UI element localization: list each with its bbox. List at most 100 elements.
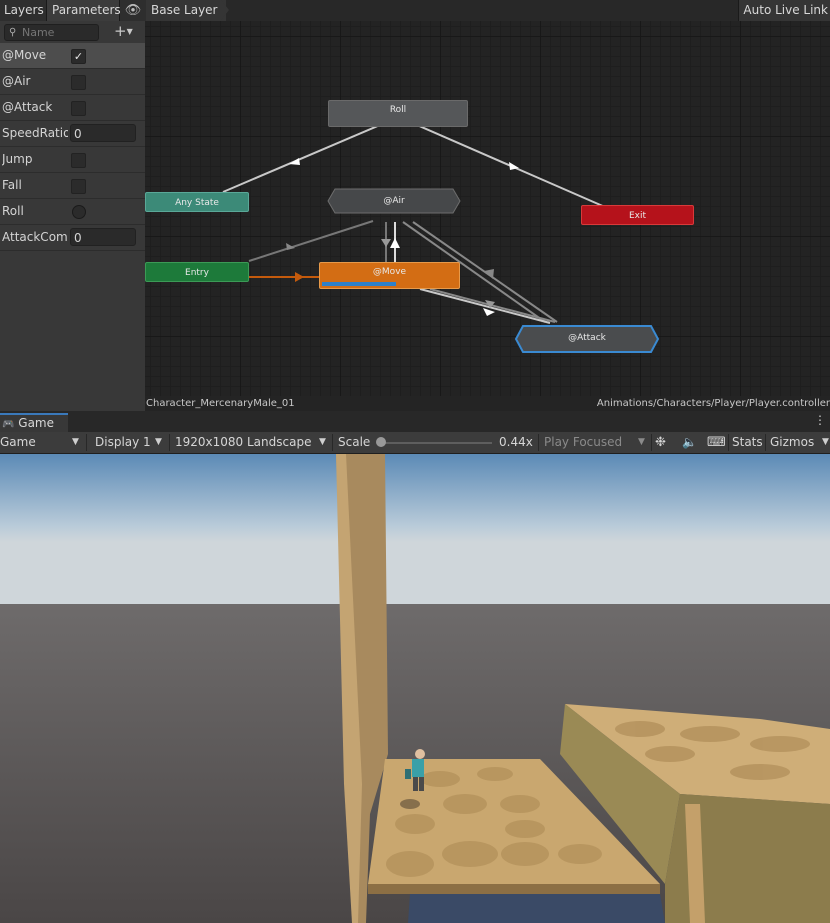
chevron-down-icon: ▼ bbox=[155, 437, 162, 447]
parameter-name[interactable]: Fall bbox=[2, 173, 68, 198]
transition-arrow bbox=[483, 308, 495, 316]
chevron-down-icon: ▼ bbox=[822, 437, 829, 447]
state-move-label: @Move bbox=[372, 267, 407, 277]
transition-move-to-attack[interactable] bbox=[419, 288, 551, 324]
game-tab-label: Game bbox=[18, 416, 55, 430]
kebab-menu-icon[interactable]: ⋮ bbox=[814, 413, 826, 427]
add-parameter-button[interactable]: +▼ bbox=[114, 23, 142, 40]
divider bbox=[538, 434, 539, 451]
parameter-name[interactable]: @Attack bbox=[2, 95, 68, 120]
parameter-search-box[interactable]: ⚲ bbox=[4, 24, 99, 41]
parameter-row-move[interactable]: @Move ✓ bbox=[0, 43, 145, 69]
search-icon: ⚲ bbox=[9, 27, 17, 38]
bug-icon[interactable]: ❉ bbox=[655, 432, 666, 453]
parameter-search-row: ⚲ +▼ bbox=[0, 21, 145, 43]
animator-toolbar: Layers Parameters 👁 Base Layer Auto Live… bbox=[0, 0, 830, 22]
auto-live-link-button[interactable]: Auto Live Link bbox=[738, 0, 830, 21]
parameter-row-fall[interactable]: Fall bbox=[0, 173, 145, 199]
display-label: Display 1 bbox=[95, 435, 151, 449]
parameter-trigger-toggle[interactable] bbox=[72, 205, 86, 219]
play-focused-dropdown[interactable]: Play Focused ▼ bbox=[544, 432, 650, 453]
parameter-name[interactable]: Jump bbox=[2, 147, 68, 172]
parameter-checkbox[interactable] bbox=[71, 153, 86, 168]
state-machine-graph[interactable]: Roll Any State Exit Entry @Move @Air @At… bbox=[145, 21, 830, 396]
resolution-dropdown[interactable]: 1920x1080 Landscape ▼ bbox=[175, 432, 330, 453]
parameter-checkbox[interactable] bbox=[71, 75, 86, 90]
selected-object-name: Character_MercenaryMale_01 bbox=[146, 398, 295, 409]
eye-icon[interactable]: 👁 bbox=[120, 0, 146, 21]
divider bbox=[169, 434, 170, 451]
parameter-name[interactable]: AttackCombo bbox=[2, 225, 68, 250]
parameter-row-attack[interactable]: @Attack bbox=[0, 95, 145, 121]
transition-arrow bbox=[295, 272, 304, 282]
keyboard-icon[interactable]: ⌨ bbox=[707, 432, 726, 453]
parameter-name[interactable]: @Air bbox=[2, 69, 68, 94]
parameter-checkbox[interactable] bbox=[71, 101, 86, 116]
sky bbox=[0, 454, 830, 614]
divider bbox=[332, 434, 333, 451]
scale-slider-handle[interactable] bbox=[376, 437, 386, 447]
game-viewport[interactable] bbox=[0, 454, 830, 923]
state-any-state[interactable]: Any State bbox=[145, 192, 249, 212]
state-entry[interactable]: Entry bbox=[145, 262, 249, 282]
parameter-int-field[interactable]: 0 bbox=[70, 228, 136, 246]
parameter-float-field[interactable]: 0 bbox=[70, 124, 136, 142]
gizmos-dropdown[interactable]: Gizmos ▼ bbox=[770, 432, 830, 453]
scale-slider-track[interactable] bbox=[380, 442, 492, 444]
scale-label: Scale bbox=[338, 435, 371, 449]
parameter-checkbox[interactable]: ✓ bbox=[71, 49, 86, 64]
state-move[interactable]: @Move bbox=[319, 262, 460, 289]
state-roll[interactable]: Roll bbox=[328, 100, 468, 127]
play-focused-label: Play Focused bbox=[544, 435, 623, 449]
display-dropdown[interactable]: Display 1 ▼ bbox=[95, 432, 167, 453]
parameter-search-input[interactable] bbox=[22, 25, 96, 40]
tab-game[interactable]: 🎮 Game bbox=[0, 413, 68, 432]
animator-window: Layers Parameters 👁 Base Layer Auto Live… bbox=[0, 0, 830, 411]
state-attack-label: @Attack bbox=[568, 333, 606, 343]
divider bbox=[765, 434, 766, 451]
breadcrumb-arrow bbox=[221, 0, 229, 20]
parameter-row-jump[interactable]: Jump bbox=[0, 147, 145, 173]
chevron-down-icon: ▼ bbox=[638, 437, 645, 447]
game-mode-dropdown[interactable]: Game ▼ bbox=[0, 432, 84, 453]
game-tab-bar: 🎮 Game ⋮ bbox=[0, 411, 830, 432]
divider bbox=[86, 434, 87, 451]
gamepad-icon: 🎮 bbox=[2, 419, 15, 430]
stats-button[interactable]: Stats bbox=[732, 432, 763, 453]
parameter-name[interactable]: SpeedRatio bbox=[2, 121, 68, 146]
scene-render bbox=[0, 454, 830, 923]
gizmos-label: Gizmos bbox=[770, 435, 815, 449]
controller-path: Animations/Characters/Player/Player.cont… bbox=[596, 398, 830, 409]
breadcrumb[interactable]: Base Layer bbox=[146, 0, 226, 21]
transition-any-to-roll[interactable] bbox=[222, 124, 381, 193]
parameter-row-roll[interactable]: Roll bbox=[0, 199, 145, 225]
transition-arrow bbox=[484, 269, 494, 279]
divider bbox=[728, 434, 729, 451]
parameters-panel: ⚲ +▼ @Move ✓ @Air @Attack SpeedRatio 0 J… bbox=[0, 21, 146, 411]
state-air-label: @Air bbox=[383, 196, 405, 206]
parameter-checkbox[interactable] bbox=[71, 179, 86, 194]
state-exit[interactable]: Exit bbox=[581, 205, 694, 225]
scale-value: 0.44x bbox=[499, 435, 533, 449]
transition-arrow bbox=[381, 239, 391, 247]
transition-arrow bbox=[289, 158, 300, 165]
parameter-name[interactable]: @Move bbox=[2, 43, 68, 68]
chevron-down-icon: ▼ bbox=[72, 437, 79, 447]
game-window: 🎮 Game ⋮ Game ▼ Display 1 ▼ 1920x1080 La… bbox=[0, 411, 830, 923]
tab-layers[interactable]: Layers bbox=[0, 0, 47, 21]
water-shadow bbox=[408, 894, 665, 923]
parameter-row-speedratio[interactable]: SpeedRatio 0 bbox=[0, 121, 145, 147]
transition-entry-to-air[interactable] bbox=[248, 220, 374, 262]
tab-parameters[interactable]: Parameters bbox=[47, 0, 121, 21]
speaker-icon[interactable]: 🔈 bbox=[682, 432, 697, 453]
transition-attack-to-move[interactable] bbox=[429, 288, 556, 323]
parameter-row-air[interactable]: @Air bbox=[0, 69, 145, 95]
state-move-progress-bar bbox=[322, 282, 396, 286]
platform-edge bbox=[368, 884, 660, 894]
divider bbox=[651, 434, 652, 451]
parameter-row-attackcombo[interactable]: AttackCombo 0 bbox=[0, 225, 145, 251]
game-toolbar: Game ▼ Display 1 ▼ 1920x1080 Landscape ▼… bbox=[0, 432, 830, 454]
game-mode-label: Game bbox=[0, 435, 36, 449]
parameter-name[interactable]: Roll bbox=[2, 199, 68, 224]
resolution-label: 1920x1080 Landscape bbox=[175, 435, 312, 449]
